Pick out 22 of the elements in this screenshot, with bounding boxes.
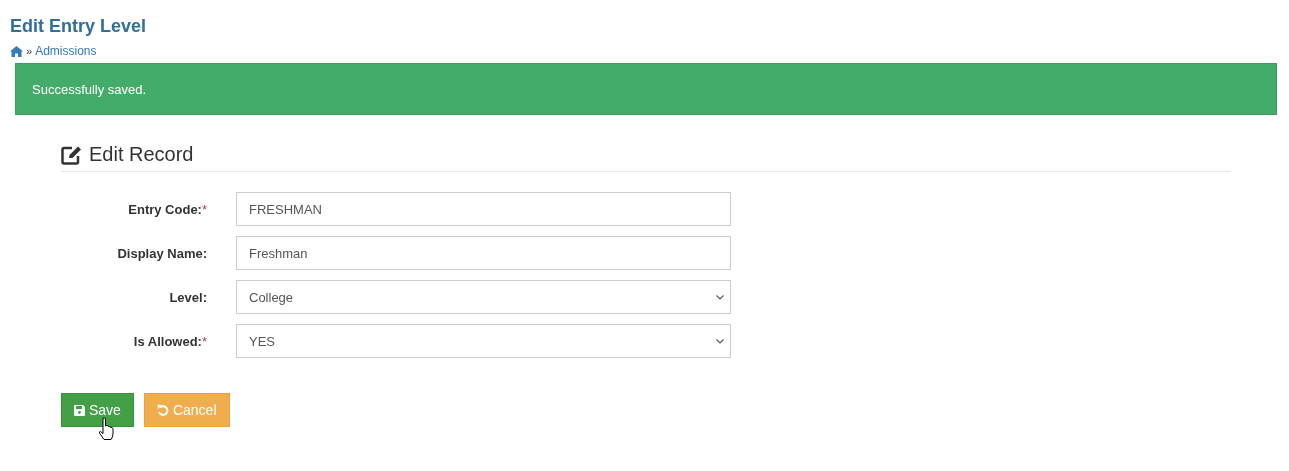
text-field[interactable]: Freshman xyxy=(236,236,731,270)
select-field[interactable]: YES xyxy=(236,324,731,358)
panel-title: Edit Record xyxy=(89,143,194,166)
breadcrumb-separator: » xyxy=(26,45,33,57)
required-mark: * xyxy=(201,333,207,349)
breadcrumb-link[interactable]: Admissions xyxy=(35,44,97,58)
text-field[interactable]: FRESHMAN xyxy=(236,192,731,226)
field-label: Level: xyxy=(169,289,207,305)
select-field[interactable]: College xyxy=(236,280,731,314)
field-label: Is Allowed: xyxy=(133,333,202,349)
floppy-icon xyxy=(74,404,85,416)
field-label: Entry Code: xyxy=(128,201,202,217)
hand-cursor-icon xyxy=(98,417,115,441)
page-title: Edit Entry Level xyxy=(10,15,148,38)
chevron-icon xyxy=(716,294,724,300)
required-mark: * xyxy=(201,201,207,217)
chevron-icon xyxy=(716,338,724,344)
field-label: Display Name: xyxy=(117,245,207,261)
home-icon[interactable] xyxy=(10,45,23,57)
alert-message: Successfully saved. xyxy=(32,81,147,97)
edit-icon xyxy=(61,144,83,165)
undo-icon xyxy=(156,404,169,416)
